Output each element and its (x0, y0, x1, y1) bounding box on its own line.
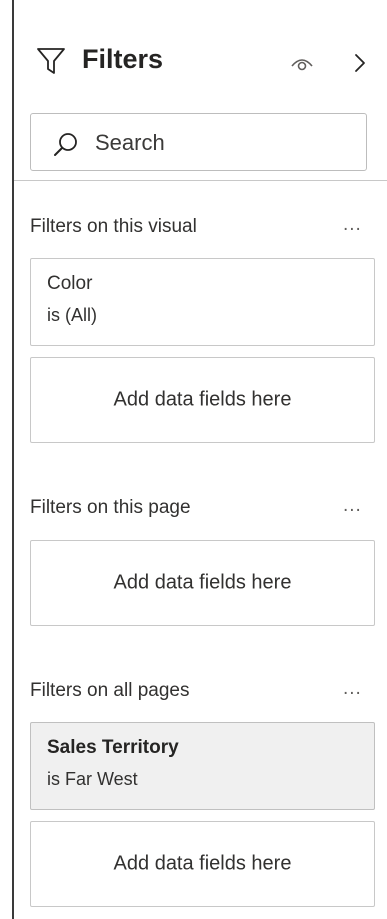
filters-header: Filters (30, 36, 387, 86)
dropzone-hint: Add data fields here (113, 571, 292, 594)
pane-border (12, 0, 14, 919)
filter-card-sales-territory[interactable]: Sales Territory is Far West (30, 722, 375, 810)
search-input[interactable] (95, 126, 345, 160)
filter-funnel-icon (37, 48, 65, 74)
eye-icon[interactable] (288, 50, 316, 76)
dropzone-all-pages[interactable]: Add data fields here (30, 821, 375, 907)
more-options-all-pages[interactable]: ... (343, 678, 362, 700)
filter-condition: is Far West (47, 769, 138, 789)
pane-title: Filters (82, 44, 164, 74)
section-label-visual: Filters on this visual (30, 216, 197, 237)
header-divider (14, 180, 387, 181)
chevron-right-icon[interactable] (350, 50, 370, 76)
more-options-visual[interactable]: ... (343, 214, 362, 236)
section-label-all-pages: Filters on all pages (30, 680, 190, 701)
more-options-page[interactable]: ... (343, 495, 362, 517)
dropzone-hint: Add data fields here (113, 852, 292, 875)
filter-condition: is (All) (47, 305, 97, 325)
filter-card-color[interactable]: Color is (All) (30, 258, 375, 346)
search-box[interactable] (30, 113, 367, 171)
filter-field-name: Sales Territory (47, 737, 179, 758)
filters-pane: Filters Filters on this visual ... Color… (0, 0, 387, 919)
dropzone-page[interactable]: Add data fields here (30, 540, 375, 626)
search-icon (54, 133, 77, 156)
filter-field-name: Color (47, 273, 93, 294)
dropzone-visual[interactable]: Add data fields here (30, 357, 375, 443)
dropzone-hint: Add data fields here (113, 388, 292, 411)
section-label-page: Filters on this page (30, 497, 191, 518)
